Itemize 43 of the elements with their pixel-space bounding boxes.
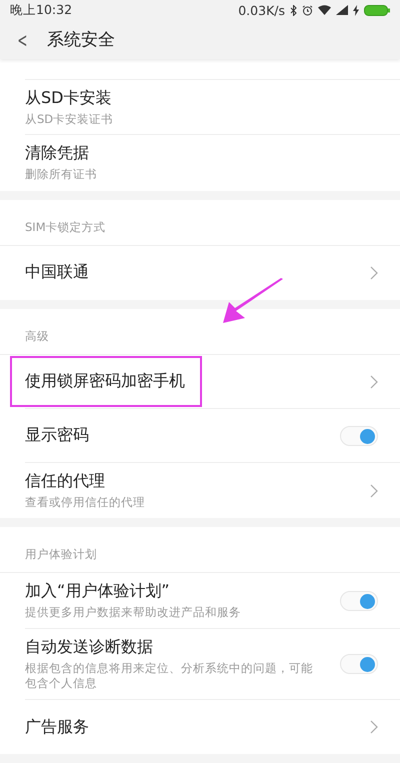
setting-title: 清除凭据 xyxy=(25,143,90,164)
settings-row[interactable]: 广告服务 xyxy=(0,700,400,754)
setting-title: 显示密码 xyxy=(25,425,90,446)
settings-row[interactable]: 显示密码 xyxy=(0,408,400,463)
back-button[interactable]: < xyxy=(16,28,29,52)
toggle-switch[interactable] xyxy=(340,654,378,674)
settings-row[interactable]: 中国联通 xyxy=(0,246,400,300)
settings-row[interactable]: 从SD卡安装 从SD卡安装证书 xyxy=(0,80,400,136)
network-speed: 0.03K/s xyxy=(238,2,285,18)
wifi-icon xyxy=(318,5,331,16)
page-title: 系统安全 xyxy=(46,29,115,52)
section-header: SIM卡锁定方式 xyxy=(0,200,400,246)
settings-row[interactable]: 自动发送诊断数据 根据包含的信息将用来定位、分析系统中的问题，可能包含个人信息 xyxy=(0,628,400,700)
setting-title: 中国联通 xyxy=(25,262,90,284)
toggle-switch[interactable] xyxy=(340,591,378,612)
setting-title: 从SD卡安装 xyxy=(25,88,112,109)
alarm-clock-icon xyxy=(302,4,313,16)
settings-row[interactable]: 信任的代理 查看或停用信任的代理 xyxy=(0,462,400,518)
setting-description: 提供更多用户数据来帮助改进产品和服务 xyxy=(25,605,242,621)
pointer-arrow xyxy=(222,278,284,324)
setting-description: 根据包含的信息将用来定位、分析系统中的问题，可能包含个人信息 xyxy=(25,660,314,692)
setting-title: 加入“用户体验计划” xyxy=(25,581,171,602)
setting-description: 查看或停用信任的代理 xyxy=(25,494,146,510)
clock-time: 晚上10:32 xyxy=(10,2,72,19)
toggle-switch[interactable] xyxy=(340,426,378,446)
setting-description: 从SD卡安装证书 xyxy=(25,112,114,128)
settings-row[interactable]: 使用锁屏密码加密手机 xyxy=(0,354,400,409)
chevron-right-icon xyxy=(370,720,378,734)
bluetooth-icon xyxy=(290,4,297,16)
setting-title: 自动发送诊断数据 xyxy=(25,636,154,658)
setting-title: 信任的代理 xyxy=(25,470,106,492)
chevron-right-icon xyxy=(370,374,378,389)
setting-description: 删除所有证书 xyxy=(25,167,98,183)
battery-icon xyxy=(364,4,390,16)
settings-row[interactable]: 清除凭据 删除所有证书 xyxy=(0,135,400,191)
charging-icon xyxy=(353,4,359,16)
settings-row[interactable]: 加入“用户体验计划” 提供更多用户数据来帮助改进产品和服务 xyxy=(0,573,400,629)
section-header: 用户体验计划 xyxy=(0,527,400,574)
chevron-right-icon xyxy=(370,266,378,280)
setting-title: 使用锁屏密码加密手机 xyxy=(25,371,185,390)
signal-icon xyxy=(336,5,348,16)
setting-title: 广告服务 xyxy=(25,716,90,738)
chevron-right-icon xyxy=(370,484,378,498)
